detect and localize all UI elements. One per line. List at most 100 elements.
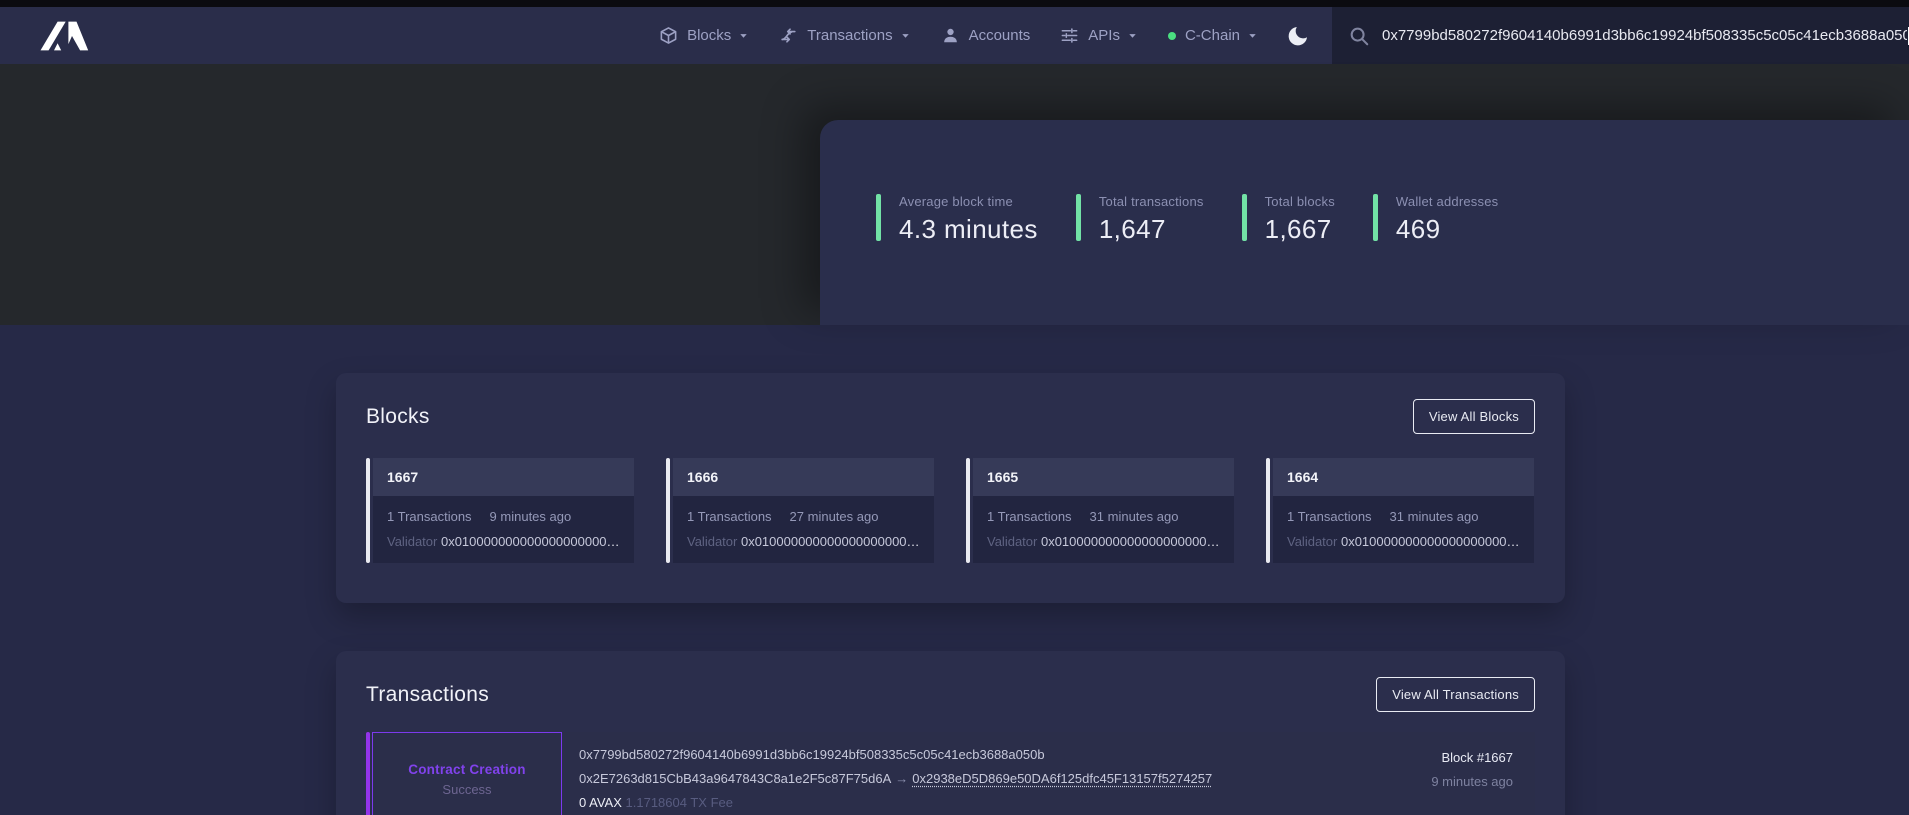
chevron-down-icon [1247,30,1258,41]
stat-value: 469 [1396,214,1498,245]
stat-accent-bar [876,194,881,241]
validator-address: 0x01000000000000000000000000000000000000… [1341,534,1520,549]
stat-value: 4.3 minutes [899,214,1038,245]
validator-address: 0x01000000000000000000000000000000000000… [741,534,920,549]
blocks-panel: Blocks View All Blocks 1667 1 Transactio… [336,373,1565,603]
block-time: 27 minutes ago [790,509,879,524]
validator-label: Validator [987,534,1037,549]
chevron-down-icon [900,30,911,41]
block-card-body: 1 Transactions 31 minutes ago Validator … [973,496,1234,563]
tx-accent-bar [366,732,370,815]
block-card-1665[interactable]: 1665 1 Transactions 31 minutes ago Valid… [966,458,1234,563]
nav-item-blocks[interactable]: Blocks [659,26,749,45]
person-icon [941,26,960,45]
blocks-title: Blocks [366,405,430,429]
block-number: 1667 [373,458,634,496]
validator-address: 0x01000000000000000000000000000000000000… [441,534,620,549]
validator-label: Validator [1287,534,1337,549]
card-accent-bar [666,458,670,563]
transactions-title: Transactions [366,683,489,707]
nav-label-accounts: Accounts [969,27,1031,44]
tx-type: Contract Creation [408,762,525,777]
block-card-1666[interactable]: 1666 1 Transactions 27 minutes ago Valid… [666,458,934,563]
block-card-body: 1 Transactions 27 minutes ago Validator … [673,496,934,563]
block-time: 31 minutes ago [1090,509,1179,524]
nav-item-apis[interactable]: APIs [1060,26,1138,45]
nav-label-transactions: Transactions [807,27,892,44]
tx-block-ref[interactable]: Block #1667 [1431,750,1513,765]
block-card-body: 1 Transactions 31 minutes ago Validator … [1273,496,1534,563]
navbar: Blocks Transactions [0,7,1909,64]
stat-total-transactions: Total transactions 1,647 [1076,194,1204,245]
stat-accent-bar [1373,194,1378,241]
nav-label-apis: APIs [1088,27,1120,44]
nav-label-c-chain: C-Chain [1185,27,1240,44]
block-time: 9 minutes ago [490,509,572,524]
nav-item-transactions[interactable]: Transactions [779,26,910,45]
block-tx-count: 1 Transactions [1287,509,1372,524]
transactions-panel: Transactions View All Transactions Contr… [336,651,1565,815]
stat-value: 1,667 [1265,214,1335,245]
block-card-1664[interactable]: 1664 1 Transactions 31 minutes ago Valid… [1266,458,1534,563]
block-number: 1665 [973,458,1234,496]
validator-label: Validator [387,534,437,549]
view-all-transactions-button[interactable]: View All Transactions [1376,677,1535,712]
dark-mode-moon-icon[interactable] [1286,24,1310,48]
sliders-icon [1060,26,1079,45]
stats-panel: Average block time 4.3 minutes Total tra… [820,120,1909,325]
stat-value: 1,647 [1099,214,1204,245]
tx-time: 9 minutes ago [1431,774,1513,789]
validator-label: Validator [687,534,737,549]
tx-to-address[interactable]: 0x2938eD5D869e50DA6f125dfc45F13157f52742… [912,771,1212,786]
tx-type-box: Contract Creation Success [372,732,562,815]
card-accent-bar [966,458,970,563]
validator-address: 0x01000000000000000000000000000000000000… [1041,534,1220,549]
tx-main: 0x7799bd580272f9604140b6991d3bb6c19924bf… [562,732,1535,815]
block-time: 31 minutes ago [1390,509,1479,524]
stat-average-block-time: Average block time 4.3 minutes [876,194,1038,245]
stat-label: Average block time [899,194,1038,209]
transfer-icon [779,26,798,45]
arrow-right-icon: → [891,771,912,786]
chevron-down-icon [738,30,749,41]
stat-label: Wallet addresses [1396,194,1498,209]
view-all-blocks-button[interactable]: View All Blocks [1413,399,1535,434]
nav-item-c-chain[interactable]: C-Chain [1168,27,1258,44]
block-number: 1664 [1273,458,1534,496]
chain-status-dot [1168,32,1176,40]
card-accent-bar [366,458,370,563]
stat-wallet-addresses: Wallet addresses 469 [1373,194,1498,245]
browser-top-strip [0,0,1909,7]
stat-label: Total blocks [1265,194,1335,209]
nav-label-blocks: Blocks [687,27,731,44]
stat-total-blocks: Total blocks 1,667 [1242,194,1335,245]
stat-accent-bar [1076,194,1081,241]
blocks-panel-header: Blocks View All Blocks [366,399,1535,434]
search-value: 0x7799bd580272f9604140b6991d3bb6c19924bf… [1382,27,1907,44]
chevron-down-icon [1127,30,1138,41]
tx-hash[interactable]: 0x7799bd580272f9604140b6991d3bb6c19924bf… [579,747,1212,762]
tx-status-badge: Success [442,782,491,797]
transactions-panel-header: Transactions View All Transactions [366,677,1535,712]
transaction-row[interactable]: Contract Creation Success 0x7799bd580272… [366,732,1535,815]
stat-accent-bar [1242,194,1247,241]
block-card-1667[interactable]: 1667 1 Transactions 9 minutes ago Valida… [366,458,634,563]
stat-label: Total transactions [1099,194,1204,209]
block-tx-count: 1 Transactions [387,509,472,524]
block-tx-count: 1 Transactions [687,509,772,524]
avalanche-logo-icon[interactable] [36,18,90,54]
card-accent-bar [1266,458,1270,563]
block-cards-row: 1667 1 Transactions 9 minutes ago Valida… [366,458,1535,563]
block-card-body: 1 Transactions 9 minutes ago Validator 0… [373,496,634,563]
cube-icon [659,26,678,45]
search-input[interactable]: 0x7799bd580272f9604140b6991d3bb6c19924bf… [1332,7,1909,64]
tx-from-address[interactable]: 0x2E7263d815CbB43a9647843C8a1e2F5c87F75d… [579,771,891,786]
block-number: 1666 [673,458,934,496]
tx-amount: 0 AVAX [579,795,622,810]
hero-section: Average block time 4.3 minutes Total tra… [0,64,1909,325]
tx-fee: 1.1718604 TX Fee [626,795,733,810]
nav-menu: Blocks Transactions [659,26,1258,45]
block-tx-count: 1 Transactions [987,509,1072,524]
nav-item-accounts[interactable]: Accounts [941,26,1031,45]
search-icon [1348,25,1370,47]
